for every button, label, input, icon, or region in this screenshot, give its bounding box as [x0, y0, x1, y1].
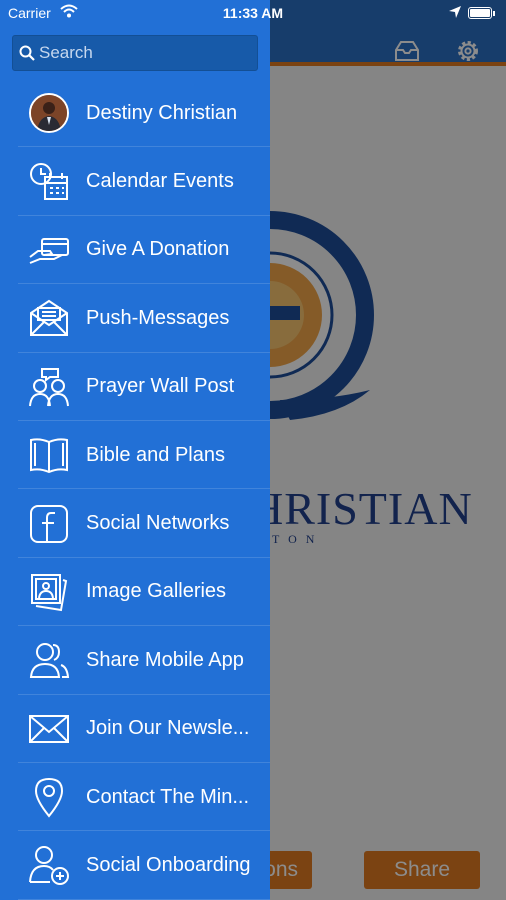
menu-item-contact-the-ministry[interactable]: Contact The Min... [0, 763, 270, 832]
menu-item-label: Social Networks [86, 512, 230, 535]
menu-item-label: Image Galleries [86, 580, 227, 603]
menu-item-label: Push-Messages [86, 306, 230, 329]
menu-item-label: Calendar Events [86, 170, 234, 193]
location-arrow-icon [449, 6, 461, 18]
people-chat-icon [29, 367, 69, 406]
menu-item-give-a-donation[interactable]: Give A Donation [0, 216, 270, 285]
open-book-icon [30, 438, 68, 474]
avatar [29, 93, 69, 134]
menu-list: Destiny Christian Calendar Events Give A… [0, 79, 270, 900]
menu-item-social-onboarding[interactable]: Social Onboarding [0, 831, 270, 900]
map-pin-icon [34, 778, 64, 818]
menu-item-label: Bible and Plans [86, 443, 225, 466]
photo-stack-icon [31, 573, 68, 612]
battery-cap [493, 11, 495, 16]
menu-item-label: Share Mobile App [86, 648, 244, 671]
menu-item-prayer-wall-post[interactable]: Prayer Wall Post [0, 353, 270, 422]
envelope-icon [29, 714, 69, 743]
clock: 11:33 AM [222, 5, 284, 21]
search-input[interactable] [39, 36, 254, 70]
menu-item-destiny-christian[interactable]: Destiny Christian [0, 79, 270, 148]
menu-item-label: Destiny Christian [86, 101, 238, 124]
menu-item-label: Join Our Newsle... [86, 717, 250, 740]
side-drawer: Destiny Christian Calendar Events Gi [0, 0, 270, 900]
calendar-clock-icon [30, 162, 68, 200]
menu-item-social-networks[interactable]: Social Networks [0, 489, 270, 559]
menu-item-share-mobile-app[interactable]: Share Mobile App [0, 626, 270, 695]
donation-card-hand-icon [29, 237, 69, 264]
add-user-icon [29, 846, 69, 886]
menu-item-push-messages[interactable]: Push-Messages [0, 284, 270, 353]
menu-item-image-galleries[interactable]: Image Galleries [0, 558, 270, 627]
users-icon [29, 643, 70, 679]
facebook-icon [30, 504, 68, 543]
menu-item-bible-and-plans[interactable]: Bible and Plans [0, 421, 270, 490]
menu-item-label: Prayer Wall Post [86, 375, 235, 398]
menu-item-join-our-newsletter[interactable]: Join Our Newsle... [0, 695, 270, 764]
status-bar: Carrier 11:33 AM [0, 0, 506, 28]
menu-item-label: Contact The Min... [86, 785, 250, 808]
menu-item-label: Social Onboarding [86, 853, 251, 876]
menu-item-calendar-events[interactable]: Calendar Events [0, 147, 270, 217]
menu-item-label: Give A Donation [86, 238, 230, 261]
battery-icon [468, 7, 492, 19]
envelope-open-icon [30, 300, 68, 337]
search-bar[interactable] [12, 35, 258, 71]
search-icon [19, 45, 35, 61]
